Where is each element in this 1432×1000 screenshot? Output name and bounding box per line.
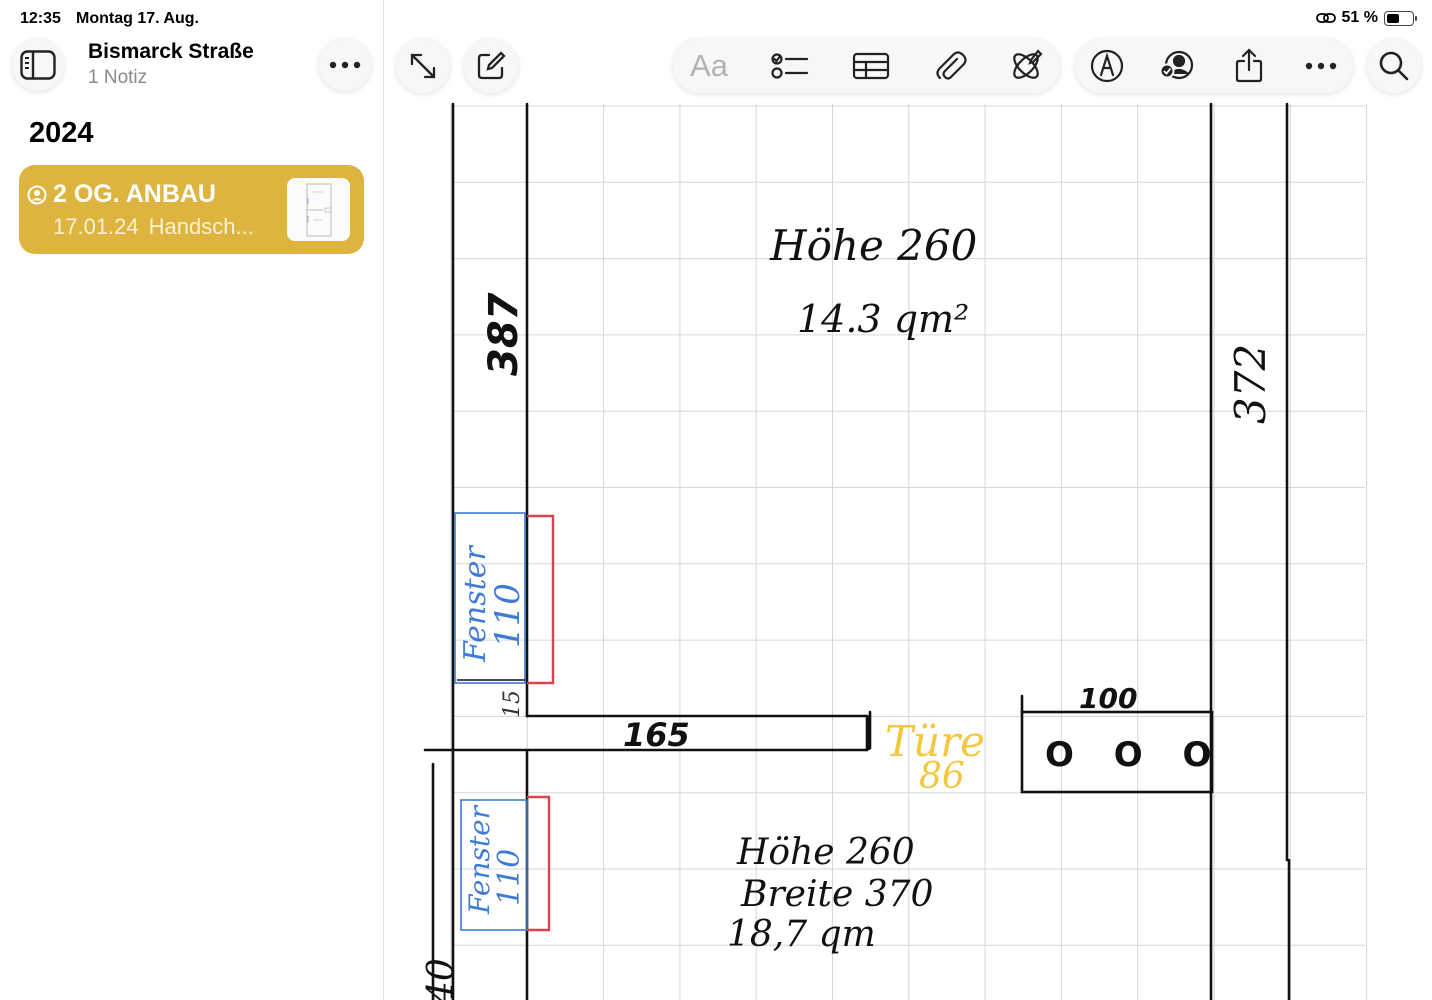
markup-icon [1013, 49, 1043, 79]
compose-icon [477, 51, 506, 80]
share-button[interactable] [1221, 39, 1277, 93]
expand-button[interactable] [396, 39, 450, 93]
notes-sidebar: Bismarck Straße 1 Notiz 2024 2 OG. ANBAU… [0, 0, 384, 1000]
year-section-heading: 2024 [29, 117, 94, 149]
room-top-area: 14.3 qm² [797, 297, 969, 341]
note-date: 17.01.24 [53, 214, 139, 239]
note-title: 2 OG. ANBAU [53, 180, 216, 208]
search-button[interactable] [1367, 39, 1421, 93]
room-bottom-height: Höhe 260 [736, 832, 915, 873]
markup-button[interactable] [998, 39, 1054, 93]
format-text-label: Aa [690, 48, 728, 83]
format-text-button[interactable]: Aa [681, 39, 737, 93]
status-bar: 12:35 Montag 17. Aug. 51 % [0, 0, 1432, 36]
share-toolbar [1075, 39, 1353, 93]
note-thumbnail [287, 178, 350, 241]
floor-plan-sketch[interactable]: Höhe 260 14.3 qm² 387 372 165 100 O O O … [385, 0, 1432, 1000]
compose-button[interactable] [464, 39, 518, 93]
folder-more-button[interactable] [319, 39, 371, 91]
pen-button[interactable] [1079, 39, 1135, 93]
room-bottom-width: Breite 370 [740, 874, 933, 915]
folder-note-count: 1 Notiz [88, 67, 148, 88]
ellipsis-icon [1305, 62, 1337, 70]
room-top-height: Höhe 260 [769, 221, 977, 270]
table-button[interactable] [843, 39, 899, 93]
status-time: 12:35 [20, 10, 61, 27]
ellipsis-icon [329, 61, 361, 69]
link-icon [1315, 13, 1336, 23]
right-wall-length: 372 [1226, 344, 1275, 424]
bottom-left-length: 40 [421, 958, 462, 1000]
checklist-button[interactable] [762, 39, 818, 93]
battery-percentage: 51 % [1341, 9, 1378, 26]
left-wall-length: 387 [481, 292, 527, 376]
more-options-button[interactable] [1293, 39, 1349, 93]
sidebar-toggle-icon [20, 50, 56, 80]
status-indicators: 51 % [1315, 9, 1417, 27]
note-preview: Handsch... [148, 214, 254, 239]
shared-person-icon [27, 185, 47, 205]
note-list-item[interactable]: 2 OG. ANBAU 17.01.24 Handsch... [19, 165, 364, 254]
note-canvas[interactable]: Höhe 260 14.3 qm² 387 372 165 100 O O O … [385, 0, 1432, 1000]
checklist-icon [771, 53, 809, 79]
battery-fill [1387, 13, 1400, 23]
sidebar-toggle-button[interactable] [12, 39, 64, 91]
share-icon [1235, 48, 1263, 83]
format-toolbar: Aa [673, 39, 1060, 93]
stove-burners: O O O [1045, 735, 1225, 775]
window-bottom-width: 110 [492, 849, 527, 906]
door-width: 86 [919, 756, 965, 797]
stove-width: 100 [1079, 682, 1137, 715]
collaborate-icon [1159, 50, 1194, 80]
small-gap-label: 15 [500, 690, 525, 718]
attachment-button[interactable] [922, 39, 978, 93]
table-icon [852, 52, 890, 80]
paperclip-icon [936, 51, 967, 80]
battery-icon [1384, 10, 1417, 26]
room-bottom-area: 18,7 qm [727, 914, 876, 955]
expand-icon [410, 53, 436, 79]
note-meta: 17.01.24 Handsch... [53, 214, 254, 240]
sketch-thumbnail-image [306, 183, 332, 237]
pen-icon [1090, 49, 1124, 83]
wall-length-165: 165 [623, 716, 690, 754]
status-date: Montag 17. Aug. [76, 10, 199, 27]
collaborate-button[interactable] [1149, 39, 1205, 93]
window-top-width: 110 [488, 583, 528, 648]
folder-title: Bismarck Straße [88, 40, 254, 63]
search-icon [1379, 51, 1409, 81]
